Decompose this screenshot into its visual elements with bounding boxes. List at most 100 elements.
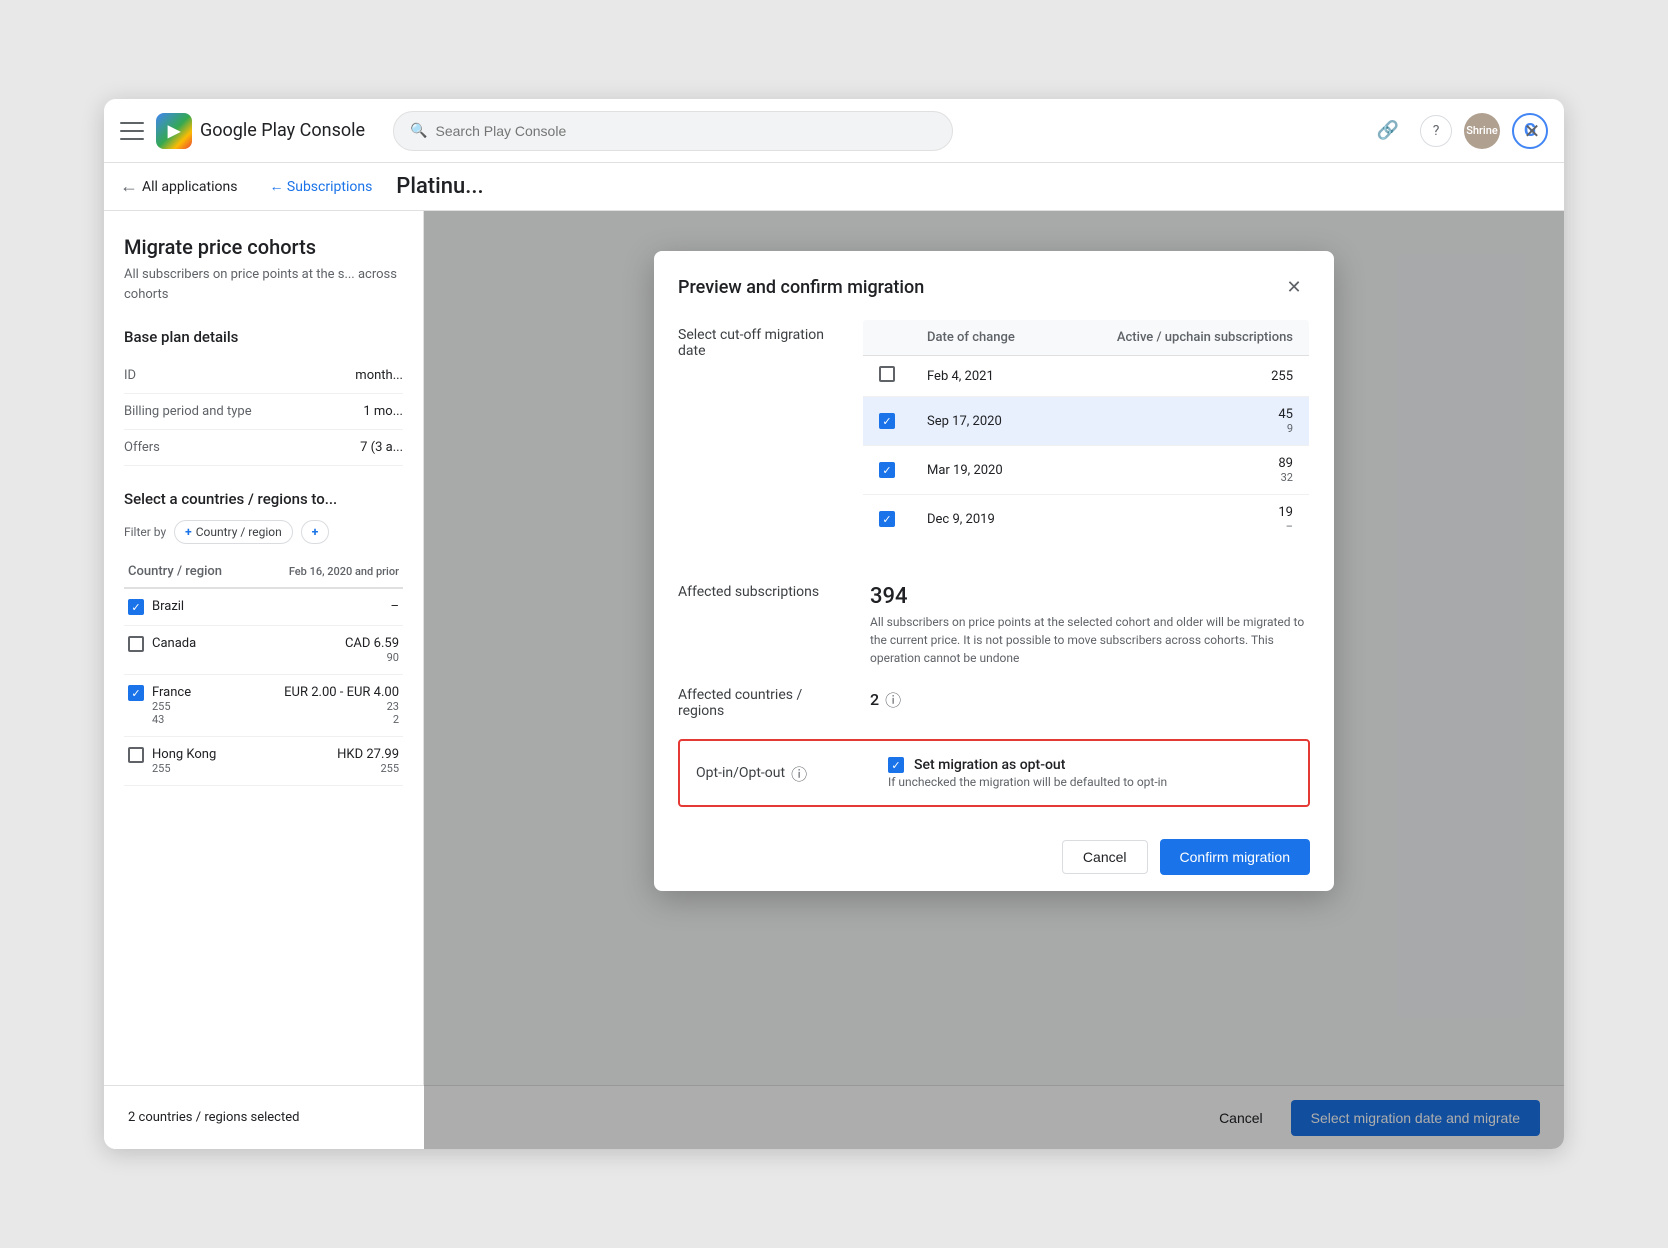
top-bar: ▶ Google Play Console 🔍 🔗 ? Shrine G — [104, 99, 1564, 163]
checkbox-canada[interactable] — [128, 636, 144, 652]
detail-offers: Offers 7 (3 a... — [124, 430, 403, 466]
table-row: ✓ Brazil – — [124, 588, 403, 626]
affected-regions-count: 2 — [870, 690, 879, 709]
optin-section: Opt-in/Opt-out ⓘ ✓ Set migration as opt-… — [678, 739, 1310, 807]
table-row: ✓ France25543 EUR 2.00 - EUR 4.00232 — [124, 675, 403, 737]
date-feb2021: Feb 4, 2021 — [911, 356, 1056, 397]
modal-cancel-button[interactable]: Cancel — [1062, 840, 1148, 874]
countries-section: Select a countries / regions to... Filte… — [124, 490, 403, 786]
modal-body: Select cut-off migration date Date of ch… — [654, 303, 1334, 807]
date-row-dec2019: ✓ Dec 9, 2019 19– — [863, 495, 1310, 544]
help-icon[interactable]: ? — [1420, 115, 1452, 147]
date-sep2020: Sep 17, 2020 — [911, 397, 1056, 446]
modal-confirm-button[interactable]: Confirm migration — [1160, 839, 1310, 875]
checkbox-france[interactable]: ✓ — [128, 685, 144, 701]
checkbox-hongkong[interactable] — [128, 747, 144, 763]
optin-hint: If unchecked the migration will be defau… — [888, 775, 1292, 789]
search-icon: 🔍 — [410, 123, 427, 139]
date-row-sep2020: ✓ Sep 17, 2020 459 — [863, 397, 1310, 446]
country-brazil: Brazil — [148, 588, 247, 626]
optin-checkbox-label: Set migration as opt-out — [914, 757, 1065, 773]
detail-billing: Billing period and type 1 mo... — [124, 394, 403, 430]
optin-help-icon[interactable]: ⓘ — [791, 761, 807, 785]
affected-count: 394 — [870, 584, 1310, 609]
user-avatar[interactable]: Shrine — [1464, 113, 1500, 149]
canada-prior: CAD 6.5990 — [247, 626, 403, 675]
table-row: Hong Kong255 HKD 27.99255 — [124, 737, 403, 786]
brazil-prior: – — [247, 588, 403, 626]
regions-help-icon[interactable]: ⓘ — [885, 687, 901, 711]
date-dec2019: Dec 9, 2019 — [911, 495, 1056, 544]
plus-icon-2: + — [312, 525, 319, 539]
bottom-info: 2 countries / regions selected — [128, 1110, 299, 1125]
migrate-title: Migrate price cohorts — [124, 235, 403, 259]
affected-subscriptions-section: Affected subscriptions 394 All subscribe… — [678, 584, 1310, 667]
prior-col-header: Feb 16, 2020 and prior — [247, 556, 403, 588]
active-feb2021: 255 — [1056, 356, 1309, 397]
optin-label: Opt-in/Opt-out ⓘ — [696, 761, 856, 785]
search-bar[interactable]: 🔍 — [393, 111, 953, 151]
base-plan-heading: Base plan details — [124, 328, 403, 346]
checkbox-brazil[interactable]: ✓ — [128, 599, 144, 615]
play-logo-icon: ▶ — [156, 113, 192, 149]
date-mar2020: Mar 19, 2020 — [911, 446, 1056, 495]
optin-content: ✓ Set migration as opt-out If unchecked … — [888, 757, 1292, 789]
hongkong-prior: HKD 27.99255 — [247, 737, 403, 786]
active-col-header: Active / upchain subscriptions — [1056, 320, 1309, 356]
hamburger-icon[interactable] — [120, 122, 144, 140]
modal-footer: Cancel Confirm migration — [654, 827, 1334, 891]
link-icon[interactable]: 🔗 — [1368, 111, 1408, 151]
filter-chip-label: Country / region — [196, 525, 282, 539]
main-content: ✕ Migrate price cohorts All subscribers … — [104, 211, 1564, 1149]
back-all-apps[interactable]: ← All applications — [120, 176, 237, 197]
table-row: Canada CAD 6.5990 — [124, 626, 403, 675]
date-row-mar2020: ✓ Mar 19, 2020 8932 — [863, 446, 1310, 495]
filter-bar: Filter by + Country / region + — [124, 520, 403, 544]
app-title: Google Play Console — [200, 120, 365, 141]
filter-chip-add[interactable]: + — [301, 520, 330, 544]
date-checkbox-feb2021[interactable] — [879, 366, 895, 382]
side-panel: ✕ Migrate price cohorts All subscribers … — [104, 211, 424, 1149]
affected-regions-content: 2 ⓘ — [870, 687, 1310, 719]
overlay: Preview and confirm migration ✕ Select c… — [424, 211, 1564, 1149]
affected-subs-label: Affected subscriptions — [678, 584, 838, 667]
date-col-header: Date of change — [911, 320, 1056, 356]
modal-close-button[interactable]: ✕ — [1278, 271, 1310, 303]
modal-header: Preview and confirm migration ✕ — [654, 251, 1334, 303]
back-arrow-icon: ← — [120, 176, 138, 197]
affected-subs-content: 394 All subscribers on price points at t… — [870, 584, 1310, 667]
affected-regions-section: Affected countries / regions 2 ⓘ — [678, 687, 1310, 719]
country-france: France25543 — [148, 675, 247, 737]
country-canada: Canada — [148, 626, 247, 675]
search-input[interactable] — [436, 123, 937, 139]
active-sep2020: 459 — [1056, 397, 1309, 446]
country-table: Country / region Feb 16, 2020 and prior … — [124, 556, 403, 786]
affected-regions-label: Affected countries / regions — [678, 687, 838, 719]
france-prior: EUR 2.00 - EUR 4.00232 — [247, 675, 403, 737]
second-bar: ← All applications ← Subscriptions Plati… — [104, 163, 1564, 211]
logo-area: ▶ Google Play Console — [156, 113, 365, 149]
date-table: Date of change Active / upchain subscrip… — [862, 319, 1310, 544]
subscriptions-link[interactable]: ← Subscriptions — [269, 178, 372, 195]
plus-icon: + — [185, 525, 192, 539]
content-area: Preview and confirm migration ✕ Select c… — [424, 211, 1564, 1149]
migrate-subtitle: All subscribers on price points at the s… — [124, 265, 403, 304]
active-dec2019: 19– — [1056, 495, 1309, 544]
countries-heading: Select a countries / regions to... — [124, 490, 403, 508]
date-row-feb2021: Feb 4, 2021 255 — [863, 356, 1310, 397]
cutoff-label: Select cut-off migration date — [678, 319, 838, 359]
country-hongkong: Hong Kong255 — [148, 737, 247, 786]
modal-title: Preview and confirm migration — [678, 277, 924, 298]
modal-dialog: Preview and confirm migration ✕ Select c… — [654, 251, 1334, 891]
date-checkbox-sep2020[interactable]: ✓ — [879, 413, 895, 429]
filter-label: Filter by — [124, 525, 166, 539]
date-checkbox-mar2020[interactable]: ✓ — [879, 462, 895, 478]
affected-desc: All subscribers on price points at the s… — [870, 613, 1310, 667]
active-mar2020: 8932 — [1056, 446, 1309, 495]
country-col-header: Country / region — [124, 556, 247, 588]
detail-id: ID month... — [124, 358, 403, 394]
date-checkbox-dec2019[interactable]: ✓ — [879, 511, 895, 527]
optin-checkbox[interactable]: ✓ — [888, 757, 904, 773]
filter-chip-country[interactable]: + Country / region — [174, 520, 293, 544]
page-title: Platinu... — [388, 174, 483, 199]
